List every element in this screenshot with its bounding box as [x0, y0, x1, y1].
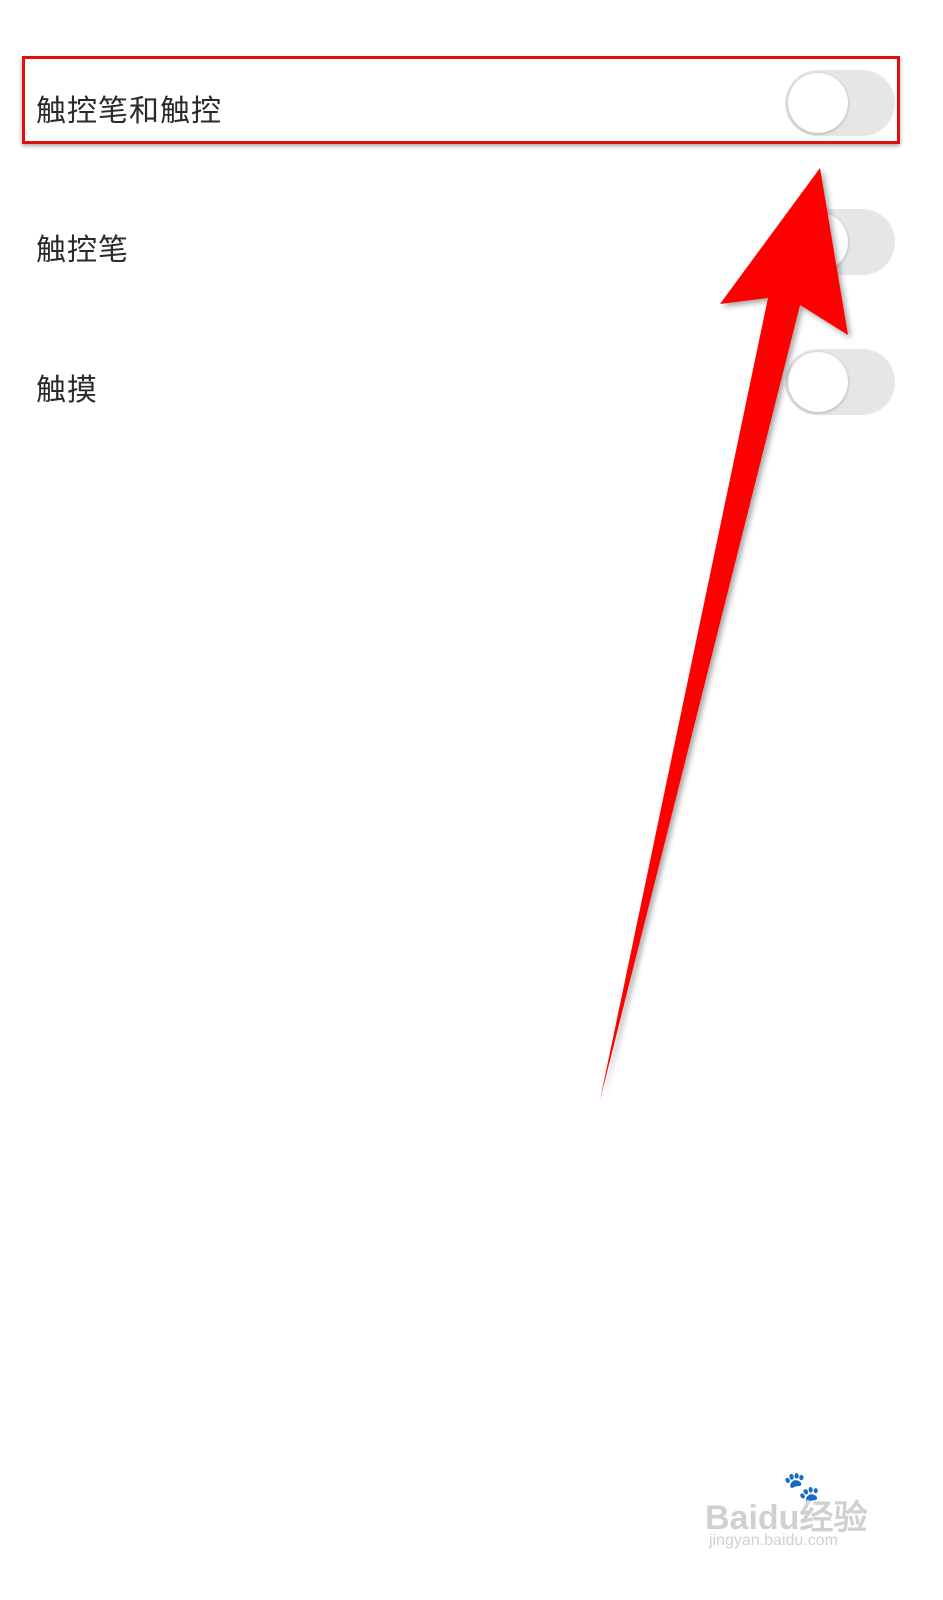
baidu-watermark: 🐾 Baidu经验 jingyan.baidu.com	[705, 1470, 885, 1560]
stylus-and-touch-toggle[interactable]	[785, 70, 895, 136]
setting-label-touch: 触摸	[36, 373, 98, 408]
setting-row-stylus-and-touch[interactable]: 触控笔和触控	[0, 64, 943, 144]
setting-row-stylus[interactable]: 触控笔	[0, 203, 943, 283]
toggle-knob	[788, 352, 848, 412]
watermark-brand: Baidu经验	[705, 1499, 868, 1537]
touch-toggle[interactable]	[785, 349, 895, 415]
paw-logo-icon: 🐾	[783, 1470, 821, 1505]
toggle-knob	[788, 212, 848, 272]
stylus-toggle[interactable]	[785, 209, 895, 275]
setting-label-stylus: 触控笔	[36, 233, 129, 268]
setting-row-touch[interactable]: 触摸	[0, 343, 943, 423]
toggle-knob	[788, 73, 848, 133]
setting-label-stylus-and-touch: 触控笔和触控	[36, 94, 222, 129]
watermark-url: jingyan.baidu.com	[709, 1532, 838, 1549]
arrow-shape	[600, 168, 848, 1100]
